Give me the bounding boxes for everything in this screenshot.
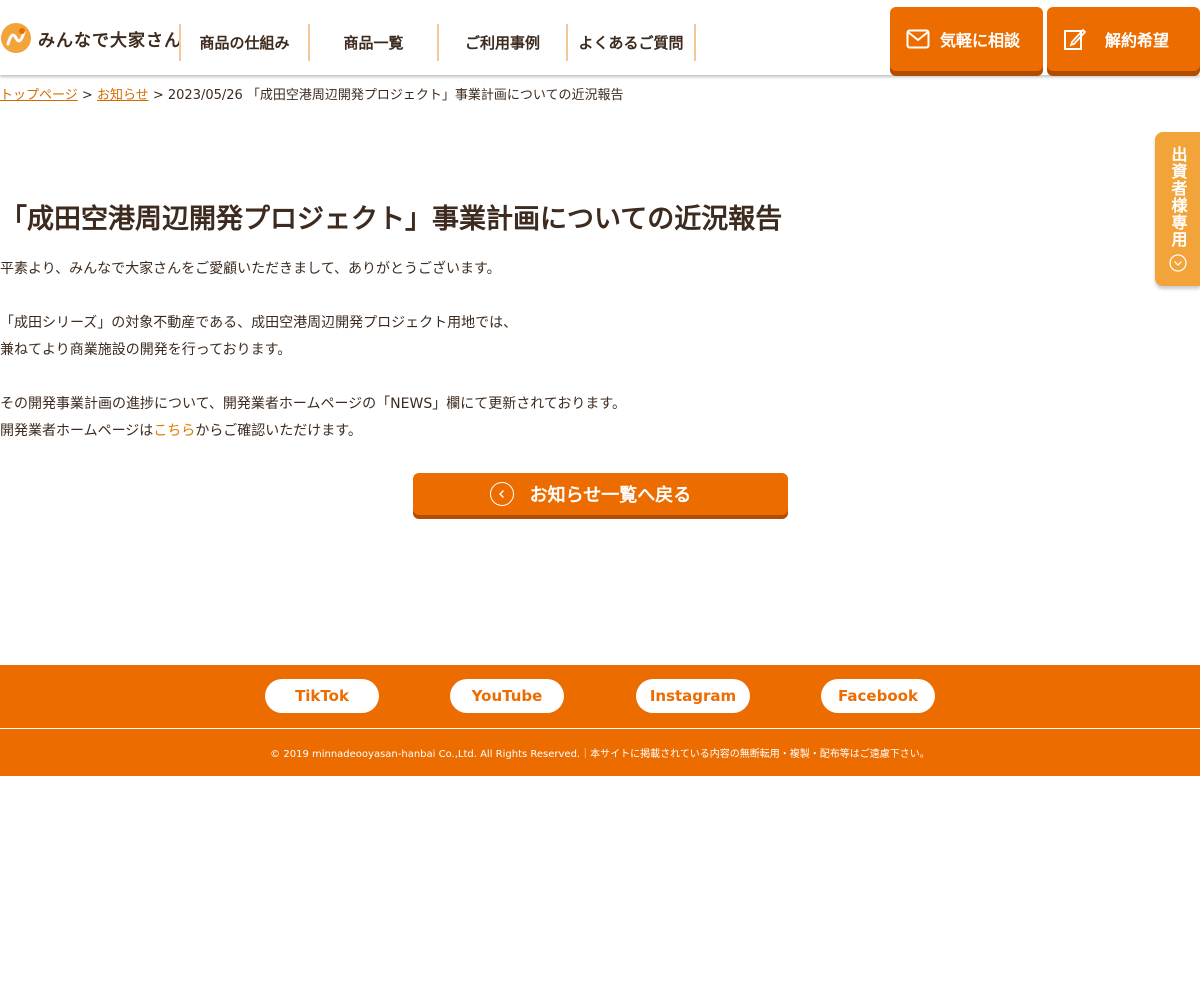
- article-paragraph: 「成田シリーズ」の対象不動産である、成田空港周辺開発プロジェクト用地では、: [0, 315, 518, 331]
- breadcrumb-separator: >: [152, 88, 164, 103]
- facebook-link[interactable]: Facebook: [821, 679, 935, 713]
- nav-item-faq[interactable]: よくあるご質問: [566, 24, 696, 61]
- breadcrumb-news-link[interactable]: お知らせ: [97, 88, 149, 103]
- article-paragraph: 兼ねてより商業施設の開発を行っております。: [0, 342, 292, 358]
- page-title: 「成田空港周辺開発プロジェクト」事業計画についての近況報告: [0, 204, 783, 235]
- breadcrumb-current: 2023/05/26 「成田空港周辺開発プロジェクト」事業計画についての近況報告: [167, 88, 624, 103]
- mail-icon: [906, 29, 930, 49]
- tiktok-link[interactable]: TikTok: [265, 679, 379, 713]
- article-paragraph: 平素より、みんなで大家さんをご愛顧いただきまして、ありがとうございます。: [0, 261, 501, 277]
- site-header: みんなで大家さん 商品の仕組み 商品一覧 ご利用事例 よくあるご質問 気軽に相談…: [0, 0, 1200, 75]
- nav-item-mechanism[interactable]: 商品の仕組み: [179, 24, 308, 61]
- instagram-link[interactable]: Instagram: [636, 679, 750, 713]
- main-nav: 商品の仕組み 商品一覧 ご利用事例 よくあるご質問: [179, 24, 696, 61]
- nav-item-products[interactable]: 商品一覧: [308, 24, 437, 61]
- logo-text: みんなで大家さん: [38, 30, 182, 51]
- consult-button[interactable]: 気軽に相談: [890, 7, 1043, 71]
- edit-icon: [1063, 27, 1087, 51]
- article-body: 平素より、みんなで大家さんをご愛顧いただきまして、ありがとうございます。 「成田…: [0, 256, 626, 445]
- site-logo[interactable]: みんなで大家さん: [0, 18, 182, 58]
- investor-only-label: 出資者様専用: [1168, 146, 1188, 248]
- chevron-left-icon: [489, 482, 514, 506]
- cancel-request-label: 解約希望: [1105, 31, 1170, 50]
- back-to-news-list-button[interactable]: お知らせ一覧へ戻る: [413, 473, 788, 515]
- consult-label: 気軽に相談: [940, 31, 1021, 50]
- breadcrumb-home-link[interactable]: トップページ: [0, 88, 78, 103]
- developer-site-link[interactable]: こちら: [153, 423, 195, 439]
- logo-icon: [0, 22, 32, 54]
- chevron-down-icon: [1168, 254, 1187, 276]
- investor-only-tab[interactable]: 出資者様専用: [1155, 132, 1200, 286]
- copyright-text: © 2019 minnadeooyasan-hanbai Co.,Ltd. Al…: [270, 749, 930, 760]
- back-to-news-list-label: お知らせ一覧へ戻る: [529, 485, 692, 506]
- article-paragraph: その開発事業計画の進捗について、開発業者ホームページの「NEWS」欄にて更新され…: [0, 396, 626, 412]
- article-text: からご確認いただけます。: [195, 423, 362, 439]
- cancel-request-button[interactable]: 解約希望: [1047, 7, 1200, 71]
- youtube-link[interactable]: YouTube: [450, 679, 564, 713]
- article-paragraph: 開発業者ホームページはこちらからご確認いただけます。: [0, 418, 626, 445]
- footer-copyright: © 2019 minnadeooyasan-hanbai Co.,Ltd. Al…: [0, 729, 1200, 776]
- breadcrumb: トップページ > お知らせ > 2023/05/26 「成田空港周辺開発プロジェ…: [0, 84, 624, 103]
- nav-item-cases[interactable]: ご利用事例: [437, 24, 566, 61]
- footer-sns-bar: TikTok YouTube Instagram Facebook: [0, 665, 1200, 728]
- breadcrumb-separator: >: [81, 88, 93, 103]
- article-text: 開発業者ホームページは: [0, 423, 154, 439]
